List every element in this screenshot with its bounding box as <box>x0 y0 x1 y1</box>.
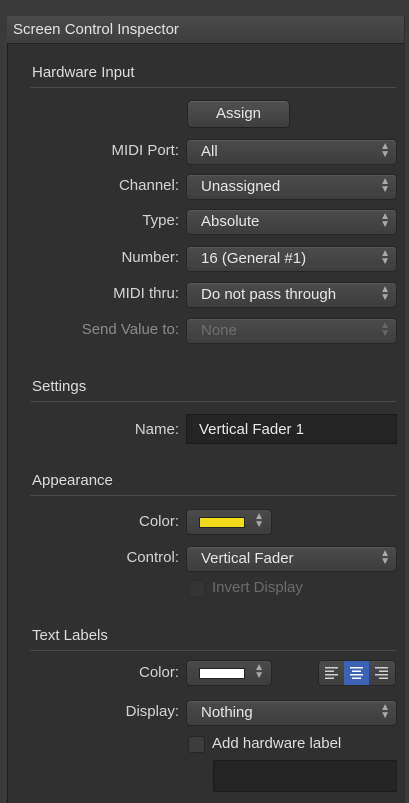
control-label: Control: <box>126 549 179 566</box>
number-label: Number: <box>121 249 179 266</box>
send-value-to-popup: None ▲ ▼ <box>186 318 397 344</box>
up-down-arrows-icon: ▲ ▼ <box>380 284 390 303</box>
display-label: Display: <box>125 703 179 720</box>
up-down-arrows-icon: ▲ ▼ <box>380 211 390 230</box>
channel-value: Unassigned <box>201 178 281 195</box>
up-down-arrows-icon: ▲ ▼ <box>380 702 390 721</box>
section-title-appearance: Appearance <box>32 472 113 489</box>
invert-display-label: Invert Display <box>212 579 303 596</box>
name-field-value: Vertical Fader 1 <box>199 421 305 438</box>
up-down-arrows-icon: ▲ ▼ <box>254 662 264 681</box>
send-value-to-value: None <box>201 322 237 339</box>
up-down-arrows-icon: ▲ ▼ <box>380 320 390 339</box>
section-title-hardware-input: Hardware Input <box>32 64 135 81</box>
up-down-arrows-icon: ▲ ▼ <box>380 176 390 195</box>
align-center-button[interactable] <box>344 661 369 685</box>
midi-port-label: MIDI Port: <box>111 142 179 159</box>
section-title-text-labels: Text Labels <box>32 627 108 644</box>
type-popup[interactable]: Absolute ▲ ▼ <box>186 209 397 235</box>
align-center-icon <box>350 667 363 679</box>
section-divider <box>30 495 396 496</box>
window-title: Screen Control Inspector <box>13 21 179 38</box>
text-labels-color-well[interactable]: ▲ ▼ <box>186 660 272 686</box>
align-right-icon <box>375 667 388 679</box>
section-title-settings: Settings <box>32 378 87 395</box>
channel-label: Channel: <box>118 177 179 194</box>
midi-port-popup[interactable]: All ▲ ▼ <box>186 139 397 165</box>
inspector-titlebar: Screen Control Inspector <box>7 16 404 44</box>
type-label: Type: <box>142 212 179 229</box>
up-down-arrows-icon: ▲ ▼ <box>380 548 390 567</box>
appearance-color-label: Color: <box>138 513 179 530</box>
display-value: Nothing <box>201 704 253 721</box>
text-alignment-segmented-control <box>318 660 396 686</box>
number-popup[interactable]: 16 (General #1) ▲ ▼ <box>186 246 397 272</box>
align-left-button[interactable] <box>319 661 344 685</box>
midi-thru-value: Do not pass through <box>201 286 337 303</box>
add-hardware-label-label: Add hardware label <box>212 735 342 752</box>
type-value: Absolute <box>201 213 260 230</box>
hardware-label-field[interactable] <box>213 760 397 792</box>
assign-button[interactable]: Assign <box>187 100 290 128</box>
send-value-to-label: Send Value to: <box>81 321 179 338</box>
color-swatch <box>199 517 245 528</box>
invert-display-checkbox <box>188 580 205 597</box>
number-value: 16 (General #1) <box>201 250 307 267</box>
up-down-arrows-icon: ▲ ▼ <box>380 248 390 267</box>
up-down-arrows-icon: ▲ ▼ <box>380 141 390 160</box>
up-down-arrows-icon: ▲ ▼ <box>254 511 264 530</box>
section-divider <box>30 87 396 88</box>
midi-thru-popup[interactable]: Do not pass through ▲ ▼ <box>186 282 397 308</box>
add-hardware-label-checkbox[interactable] <box>188 736 205 753</box>
control-value: Vertical Fader <box>201 550 294 567</box>
section-divider <box>30 650 396 651</box>
name-label: Name: <box>134 421 179 438</box>
display-popup[interactable]: Nothing ▲ ▼ <box>186 700 397 726</box>
control-popup[interactable]: Vertical Fader ▲ ▼ <box>186 546 397 572</box>
appearance-color-well[interactable]: ▲ ▼ <box>186 509 272 535</box>
color-swatch <box>199 668 245 679</box>
align-left-icon <box>325 667 338 679</box>
align-right-button[interactable] <box>369 661 394 685</box>
name-field[interactable]: Vertical Fader 1 <box>186 414 397 444</box>
channel-popup[interactable]: Unassigned ▲ ▼ <box>186 174 397 200</box>
midi-port-value: All <box>201 143 218 160</box>
section-divider <box>30 401 396 402</box>
text-labels-color-label: Color: <box>138 664 179 681</box>
midi-thru-label: MIDI thru: <box>113 285 179 302</box>
